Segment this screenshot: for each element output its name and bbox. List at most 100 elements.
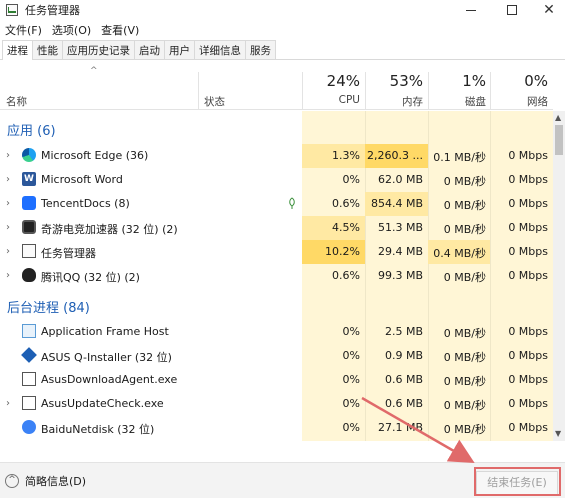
menu-options[interactable]: 选项(O): [47, 22, 96, 38]
app-frame-host-icon: [22, 324, 36, 338]
header-cpu[interactable]: 24% CPU: [305, 72, 360, 106]
table-row[interactable]: AsusDownloadAgent.exe 0% 0.6 MB 0 MB/秒 0…: [0, 368, 553, 392]
disk-cell: 0.4 MB/秒: [433, 247, 486, 260]
memory-cell: 2.5 MB: [384, 325, 423, 338]
tab-processes[interactable]: 进程: [2, 40, 33, 60]
memory-cell: 2,260.3 ...: [367, 149, 423, 162]
cpu-cell: 0%: [342, 325, 360, 338]
process-table: 应用 (6) › Microsoft Edge (36) 1.3% 2,260.…: [0, 111, 553, 441]
network-cell: 0 Mbps: [508, 149, 548, 162]
table-row[interactable]: › 奇游电竞加速器 (32 位) (2) 4.5% 51.3 MB 0 MB/秒…: [0, 216, 553, 240]
tab-users[interactable]: 用户: [164, 40, 195, 59]
network-total: 0%: [524, 72, 548, 90]
memory-cell: 27.1 MB: [377, 421, 423, 434]
network-cell: 0 Mbps: [508, 269, 548, 282]
network-cell: 0 Mbps: [508, 197, 548, 210]
network-cell: 0 Mbps: [508, 245, 548, 258]
expand-chevron-icon[interactable]: ›: [6, 174, 10, 185]
table-row[interactable]: › 腾讯QQ (32 位) (2) 0.6% 99.3 MB 0 MB/秒 0 …: [0, 264, 553, 288]
table-row[interactable]: › AsusUpdateCheck.exe 0% 0.6 MB 0 MB/秒 0…: [0, 392, 553, 416]
header-disk[interactable]: 1% 磁盘: [431, 72, 486, 109]
close-button[interactable]: ✕: [527, 0, 565, 20]
baidu-netdisk-icon: [22, 420, 36, 434]
asus-update-check-icon: [22, 396, 36, 410]
minimize-button[interactable]: [449, 0, 493, 20]
word-icon: W: [22, 172, 36, 186]
table-row[interactable]: › Microsoft Edge (36) 1.3% 2,260.3 ... 0…: [0, 144, 553, 168]
network-cell: 0 Mbps: [508, 325, 548, 338]
process-name: ASUS Q-Installer (32 位): [41, 351, 172, 364]
network-cell: 0 Mbps: [508, 173, 548, 186]
header-status[interactable]: 状态: [204, 94, 225, 109]
highlight-box: [474, 467, 561, 496]
cpu-cell: 0.6%: [332, 269, 360, 282]
header-network[interactable]: 0% 网络: [493, 72, 548, 109]
header-name[interactable]: 名称: [6, 94, 27, 109]
menu-view[interactable]: 查看(V): [96, 22, 144, 38]
tab-services[interactable]: 服务: [245, 40, 276, 59]
cpu-cell: 0%: [342, 421, 360, 434]
column-header: ^ 名称 状态 24% CPU 53% 内存 1% 磁盘 0% 网络: [0, 62, 553, 110]
fewer-details-label: 简略信息(D): [25, 475, 87, 488]
column-divider[interactable]: [302, 72, 303, 110]
group-header-apps[interactable]: 应用 (6): [0, 117, 553, 141]
expand-chevron-icon[interactable]: ›: [6, 198, 10, 209]
chevron-up-circle-icon: ^: [5, 474, 19, 488]
column-divider[interactable]: [365, 72, 366, 110]
process-name: Microsoft Word: [41, 173, 123, 186]
process-name: BaiduNetdisk (32 位): [41, 423, 155, 436]
tab-startup[interactable]: 启动: [134, 40, 165, 59]
expand-chevron-icon[interactable]: ›: [6, 270, 10, 281]
table-row[interactable]: ASUS Q-Installer (32 位) 0% 0.9 MB 0 MB/秒…: [0, 344, 553, 368]
task-manager-app-icon: [5, 3, 19, 17]
tencent-docs-icon: [22, 196, 36, 210]
column-divider[interactable]: [490, 72, 491, 110]
table-row[interactable]: › W Microsoft Word 0% 62.0 MB 0 MB/秒 0 M…: [0, 168, 553, 192]
header-memory[interactable]: 53% 内存: [368, 72, 423, 109]
column-divider[interactable]: [198, 72, 199, 110]
asus-q-installer-icon: [21, 347, 37, 363]
process-name: AsusDownloadAgent.exe: [41, 373, 178, 386]
group-header-background[interactable]: 后台进程 (84): [0, 293, 553, 317]
scroll-thumb[interactable]: [555, 125, 563, 155]
disk-cell: 0 MB/秒: [443, 327, 486, 340]
task-manager-icon: [22, 244, 36, 258]
cpu-cell: 0%: [342, 373, 360, 386]
scroll-up-arrow-icon[interactable]: ▲: [555, 113, 561, 122]
process-name: Application Frame Host: [41, 325, 169, 338]
disk-total: 1%: [462, 72, 486, 90]
qq-icon: [22, 268, 36, 282]
expand-chevron-icon[interactable]: ›: [6, 222, 10, 233]
disk-cell: 0 MB/秒: [443, 271, 486, 284]
expand-chevron-icon[interactable]: ›: [6, 150, 10, 161]
process-name: 奇游电竞加速器 (32 位) (2): [41, 223, 178, 236]
table-row[interactable]: › 任务管理器 10.2% 29.4 MB 0.4 MB/秒 0 Mbps: [0, 240, 553, 264]
disk-cell: 0 MB/秒: [443, 351, 486, 364]
disk-cell: 0 MB/秒: [443, 399, 486, 412]
table-row[interactable]: Application Frame Host 0% 2.5 MB 0 MB/秒 …: [0, 320, 553, 344]
column-divider[interactable]: [428, 72, 429, 110]
expand-chevron-icon[interactable]: ›: [6, 246, 10, 257]
process-name: TencentDocs (8): [41, 197, 130, 210]
cpu-cell: 0%: [342, 173, 360, 186]
table-row[interactable]: › TencentDocs (8) 0.6% 854.4 MB 0 MB/秒 0…: [0, 192, 553, 216]
vertical-scrollbar[interactable]: ▲ ▼: [553, 111, 565, 441]
scroll-down-arrow-icon[interactable]: ▼: [555, 429, 561, 438]
network-cell: 0 Mbps: [508, 221, 548, 234]
network-cell: 0 Mbps: [508, 421, 548, 434]
memory-cell: 0.6 MB: [384, 373, 423, 386]
cpu-total: 24%: [326, 72, 360, 90]
tab-performance[interactable]: 性能: [32, 40, 63, 59]
disk-cell: 0 MB/秒: [443, 423, 486, 436]
cpu-cell: 4.5%: [332, 221, 360, 234]
menu-file[interactable]: 文件(F): [0, 22, 47, 38]
cpu-cell: 0%: [342, 397, 360, 410]
cpu-cell: 10.2%: [325, 245, 360, 258]
tab-app-history[interactable]: 应用历史记录: [62, 40, 135, 59]
asus-download-agent-icon: [22, 372, 36, 386]
table-row[interactable]: BaiduNetdisk (32 位) 0% 27.1 MB 0 MB/秒 0 …: [0, 416, 553, 440]
expand-chevron-icon[interactable]: ›: [6, 398, 10, 409]
fewer-details-button[interactable]: ^ 简略信息(D): [5, 473, 86, 489]
disk-cell: 0 MB/秒: [443, 175, 486, 188]
tab-details[interactable]: 详细信息: [194, 40, 246, 59]
